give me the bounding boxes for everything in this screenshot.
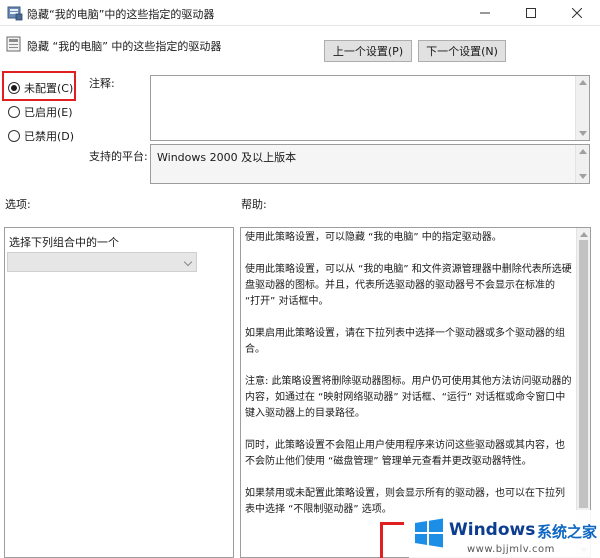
scroll-down-icon[interactable] [579,131,587,136]
scroll-up-icon[interactable] [579,80,587,85]
radio-not-configured[interactable]: 未配置(C) [8,80,73,96]
next-setting-button[interactable]: 下一个设置(N) [418,40,506,62]
previous-setting-button[interactable]: 上一个设置(P) [324,40,412,62]
radio-checked-icon [8,82,20,94]
help-text: 使用此策略设置，可以隐藏 “我的电脑” 中的指定驱动器。 使用此策略设置，可以从… [243,230,575,534]
scroll-thumb[interactable] [579,240,588,508]
watermark-brand: Windows [449,520,536,540]
radio-label-enabled: 已启用(E) [24,106,73,119]
help-scrollbar[interactable] [576,228,590,557]
radio-unchecked-icon [8,130,20,142]
minimize-button[interactable] [462,0,508,26]
radio-label-disabled: 已禁用(D) [24,130,75,143]
options-panel: 选择下列组合中的一个 [4,227,234,558]
platform-textbox: Windows 2000 及以上版本 [150,144,590,184]
help-paragraph: 注意: 此策略设置将删除驱动器图标。用户仍可使用其他方法访问驱动器的内容，如通过… [245,376,572,419]
policy-name: 隐藏 “我的电脑” 中的这些指定的驱动器 [27,40,222,53]
options-section-label: 选项: [5,198,31,211]
highlight-annotation-mark [380,522,404,558]
minimize-icon [480,12,490,14]
radio-label-not-configured: 未配置(C) [24,82,74,95]
help-paragraph: 使用此策略设置，可以隐藏 “我的电脑” 中的指定驱动器。 [245,232,502,243]
help-panel: 使用此策略设置，可以隐藏 “我的电脑” 中的指定驱动器。 使用此策略设置，可以从… [240,227,591,558]
chevron-down-icon [183,257,193,267]
platform-scrollbar[interactable] [575,145,589,183]
watermark-url: www.bjjmlv.com [467,544,555,555]
platform-value: Windows 2000 及以上版本 [157,151,297,164]
maximize-button[interactable] [508,0,554,26]
watermark-site-name: 系统之家 [537,523,598,541]
group-policy-icon [7,6,23,21]
help-paragraph: 同时，此策略设置不会阻止用户使用程序来访问这些驱动器或其内容，也不会防止他们使用… [245,440,565,467]
policy-setting-icon [6,36,21,52]
scroll-up-icon[interactable] [580,232,588,237]
radio-disabled[interactable]: 已禁用(D) [8,128,74,144]
scroll-down-icon[interactable] [579,174,587,179]
comment-scrollbar[interactable] [575,76,589,140]
maximize-icon [526,8,536,18]
comment-textarea[interactable] [150,75,590,141]
scroll-up-icon[interactable] [579,149,587,154]
window-title: 隐藏“我的电脑”中的这些指定的驱动器 [27,8,215,21]
radio-enabled[interactable]: 已启用(E) [8,104,73,120]
drive-combo-select[interactable] [7,252,197,272]
help-paragraph: 如果启用此策略设置，请在下拉列表中选择一个驱动器或多个驱动器的组合。 [245,328,565,355]
close-icon [572,8,582,18]
help-section-label: 帮助: [241,198,267,211]
windows-logo-icon [415,518,443,548]
title-bar: 隐藏“我的电脑”中的这些指定的驱动器 [0,0,600,26]
radio-unchecked-icon [8,106,20,118]
comment-label: 注释: [89,77,115,90]
platform-label: 支持的平台: [89,150,148,163]
drive-combo-label: 选择下列组合中的一个 [9,236,119,249]
help-paragraph: 使用此策略设置，可以从 “我的电脑” 和文件资源管理器中删除代表所选硬盘驱动器的… [245,264,572,307]
close-button[interactable] [554,0,600,26]
watermark: Windows 系统之家 www.bjjmlv.com [409,510,600,558]
